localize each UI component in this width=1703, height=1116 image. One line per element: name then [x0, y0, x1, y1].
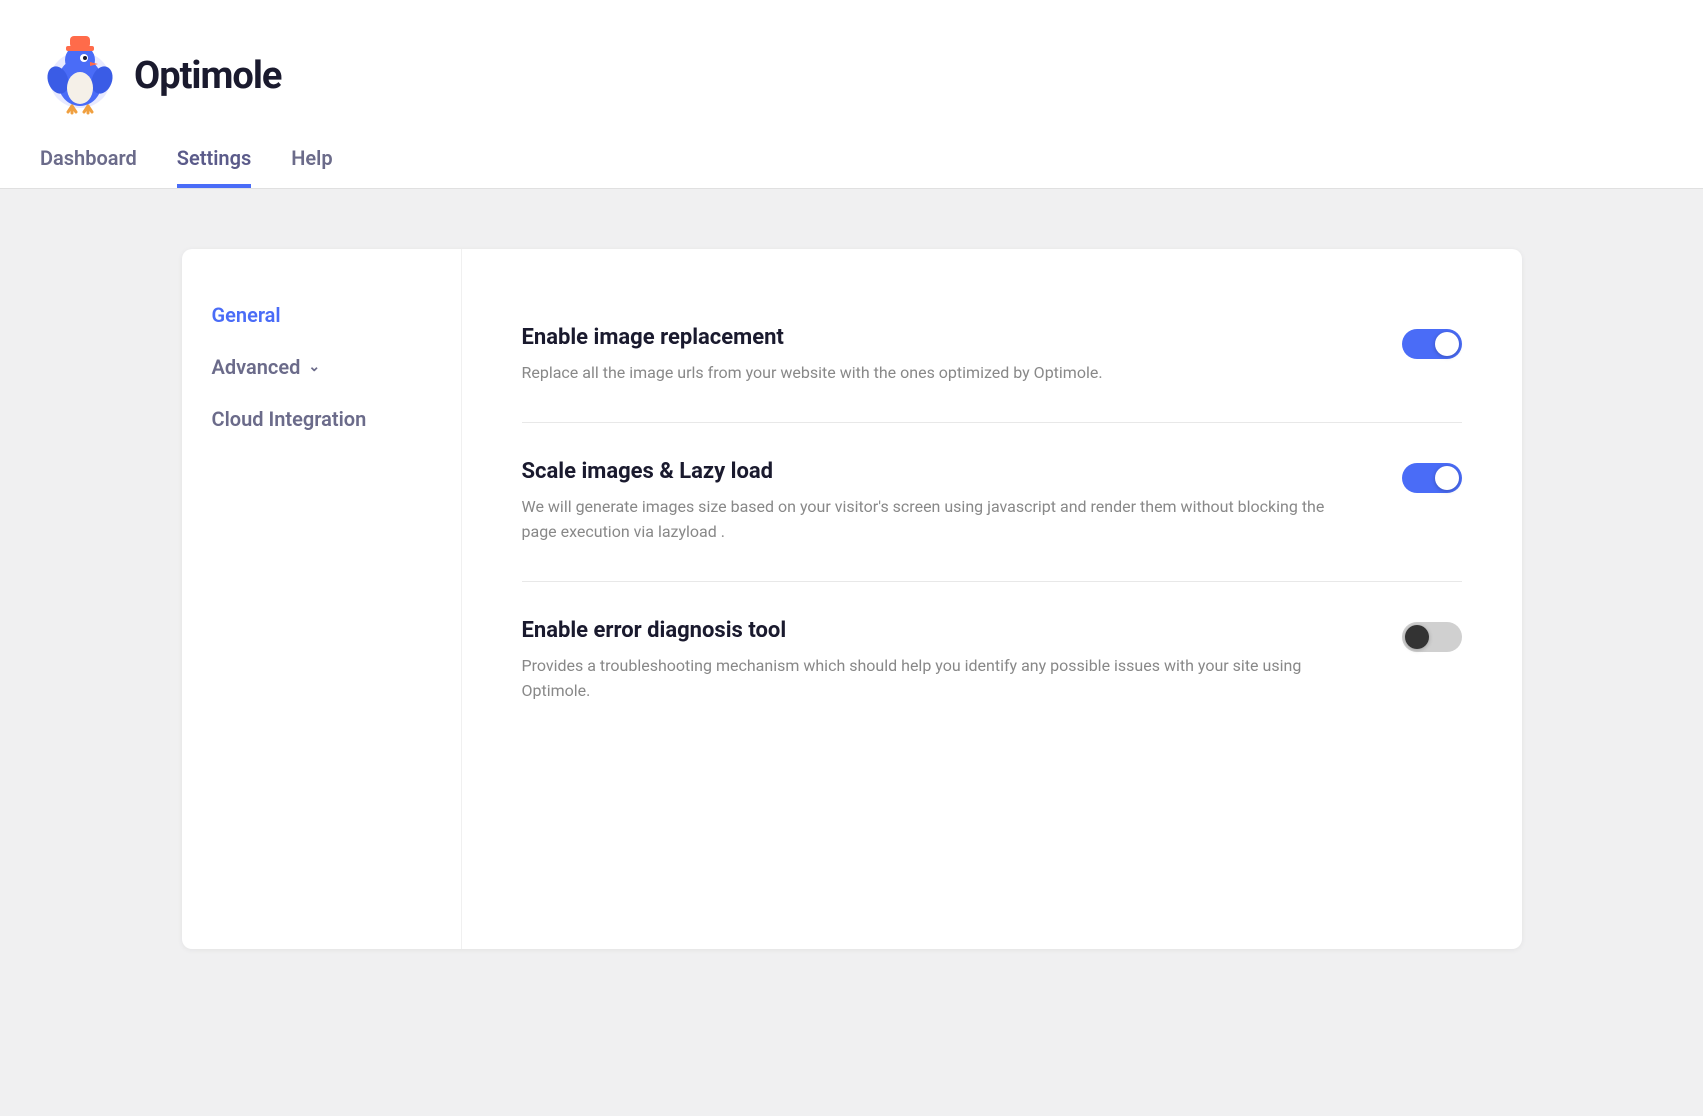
toggle-image-replacement[interactable] — [1402, 329, 1462, 359]
sidebar-item-general[interactable]: General — [212, 289, 431, 341]
main-content: General Advanced ⌄ Cloud Integration Ena… — [182, 249, 1522, 949]
setting-text-error-diagnosis: Enable error diagnosis tool Provides a t… — [522, 618, 1362, 704]
setting-row-error-diagnosis: Enable error diagnosis tool Provides a t… — [522, 582, 1462, 740]
sidebar-item-advanced[interactable]: Advanced ⌄ — [212, 341, 431, 393]
toggle-track-error-diagnosis — [1402, 622, 1462, 652]
setting-desc-error-diagnosis: Provides a troubleshooting mechanism whi… — [522, 653, 1342, 704]
app-title: Optimole — [134, 54, 281, 98]
tab-dashboard[interactable]: Dashboard — [40, 146, 137, 188]
setting-title-lazy-load: Scale images & Lazy load — [522, 459, 1362, 484]
toggle-thumb-error-diagnosis — [1405, 625, 1429, 649]
sidebar-advanced-label: Advanced — [212, 355, 301, 379]
toggle-lazy-load[interactable] — [1402, 463, 1462, 493]
setting-title-error-diagnosis: Enable error diagnosis tool — [522, 618, 1362, 643]
setting-row-image-replacement: Enable image replacement Replace all the… — [522, 289, 1462, 423]
tab-settings[interactable]: Settings — [177, 146, 251, 188]
tab-help[interactable]: Help — [291, 146, 332, 188]
logo-area: Optimole — [40, 20, 1663, 136]
toggle-thumb-image-replacement — [1435, 332, 1459, 356]
setting-title-image-replacement: Enable image replacement — [522, 325, 1362, 350]
setting-row-lazy-load: Scale images & Lazy load We will generat… — [522, 423, 1462, 582]
chevron-down-icon: ⌄ — [308, 359, 320, 375]
sidebar: General Advanced ⌄ Cloud Integration — [182, 249, 462, 949]
toggle-thumb-lazy-load — [1435, 466, 1459, 490]
setting-desc-image-replacement: Replace all the image urls from your web… — [522, 360, 1342, 386]
sidebar-cloud-label: Cloud Integration — [212, 407, 367, 431]
toggle-track-image-replacement — [1402, 329, 1462, 359]
header: Optimole Dashboard Settings Help — [0, 0, 1703, 189]
setting-text-lazy-load: Scale images & Lazy load We will generat… — [522, 459, 1362, 545]
sidebar-general-label: General — [212, 303, 281, 327]
toggle-error-diagnosis[interactable] — [1402, 622, 1462, 652]
sidebar-item-cloud-integration[interactable]: Cloud Integration — [212, 393, 431, 445]
setting-desc-lazy-load: We will generate images size based on yo… — [522, 494, 1342, 545]
settings-panel: Enable image replacement Replace all the… — [462, 249, 1522, 949]
nav-tabs: Dashboard Settings Help — [40, 146, 1663, 188]
setting-text-image-replacement: Enable image replacement Replace all the… — [522, 325, 1362, 386]
toggle-track-lazy-load — [1402, 463, 1462, 493]
optimole-logo-icon — [40, 36, 120, 116]
